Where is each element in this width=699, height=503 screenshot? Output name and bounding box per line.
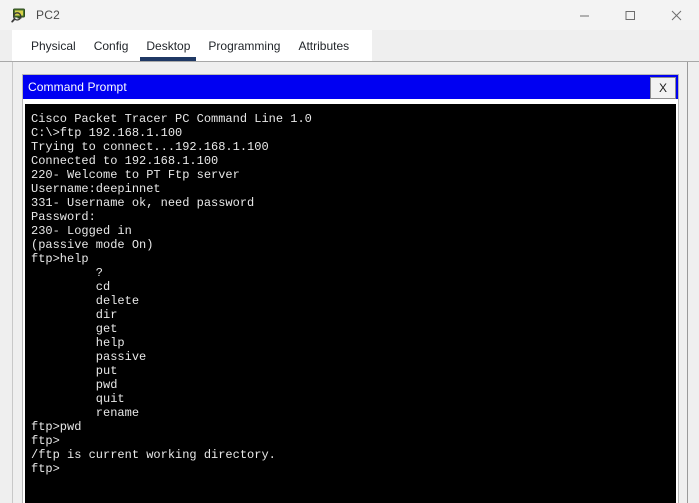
- window-title: PC2: [36, 8, 60, 22]
- terminal-line: delete: [31, 294, 140, 308]
- tab-programming-label: Programming: [208, 39, 281, 53]
- terminal-line: 230- Logged in: [31, 224, 132, 238]
- tab-attributes[interactable]: Attributes: [289, 35, 358, 61]
- terminal-line: ftp>: [31, 462, 60, 476]
- window-controls: [561, 0, 699, 30]
- panel-right-border: [687, 62, 688, 503]
- terminal-line: cd: [31, 280, 111, 294]
- tab-config[interactable]: Config: [85, 35, 138, 61]
- terminal-line: ftp>: [31, 434, 60, 448]
- terminal-line: (passive mode On): [31, 238, 154, 252]
- terminal-line: rename: [31, 406, 140, 420]
- panel-left-border: [12, 62, 13, 503]
- tab-config-label: Config: [93, 39, 129, 53]
- terminal-line: passive: [31, 350, 147, 364]
- terminal-line: C:\>ftp 192.168.1.100: [31, 126, 183, 140]
- tab-programming[interactable]: Programming: [199, 35, 289, 61]
- terminal-output[interactable]: Cisco Packet Tracer PC Command Line 1.0 C…: [25, 104, 676, 503]
- minimize-button[interactable]: [561, 0, 607, 30]
- terminal-line: ftp>pwd: [31, 420, 82, 434]
- command-prompt-titlebar: Command Prompt X: [23, 75, 678, 99]
- tab-physical-label: Physical: [31, 39, 76, 53]
- terminal-line: Cisco Packet Tracer PC Command Line 1.0: [31, 112, 312, 126]
- pc2-device-window: PC2 Physical Config Desktop Programming …: [0, 0, 699, 503]
- terminal-line: pwd: [31, 378, 118, 392]
- terminal-line: Connected to 192.168.1.100: [31, 154, 219, 168]
- terminal-line: Username:deepinnet: [31, 182, 161, 196]
- terminal-line: 220- Welcome to PT Ftp server: [31, 168, 240, 182]
- tab-desktop[interactable]: Desktop: [137, 35, 199, 61]
- tab-physical[interactable]: Physical: [22, 35, 85, 61]
- tab-desktop-label: Desktop: [146, 39, 191, 53]
- tab-attributes-label: Attributes: [298, 39, 350, 53]
- terminal-line: Password:: [31, 210, 96, 224]
- terminal-line: help: [31, 336, 125, 350]
- tabstrip-container: Physical Config Desktop Programming Attr…: [0, 30, 699, 61]
- terminal-line: ftp>help: [31, 252, 89, 266]
- command-prompt-body: Cisco Packet Tracer PC Command Line 1.0 C…: [23, 99, 678, 503]
- command-prompt-title: Command Prompt: [28, 80, 127, 94]
- command-prompt-close-button[interactable]: X: [650, 77, 676, 99]
- terminal-line: dir: [31, 308, 118, 322]
- terminal-line: get: [31, 322, 118, 336]
- device-tabs: Physical Config Desktop Programming Attr…: [12, 30, 373, 61]
- terminal-line: quit: [31, 392, 125, 406]
- terminal-line: Trying to connect...192.168.1.100: [31, 140, 269, 154]
- close-button[interactable]: [653, 0, 699, 30]
- terminal-line: 331- Username ok, need password: [31, 196, 255, 210]
- desktop-tab-content: Command Prompt X Cisco Packet Tracer PC …: [0, 61, 699, 503]
- command-prompt-window: Command Prompt X Cisco Packet Tracer PC …: [22, 74, 679, 503]
- window-title-group: PC2: [0, 7, 60, 24]
- window-titlebar: PC2: [0, 0, 699, 30]
- packet-tracer-pc-icon: [11, 7, 28, 24]
- terminal-line: ?: [31, 266, 104, 280]
- terminal-line: put: [31, 364, 118, 378]
- maximize-button[interactable]: [607, 0, 653, 30]
- terminal-line: /ftp is current working directory.: [31, 448, 276, 462]
